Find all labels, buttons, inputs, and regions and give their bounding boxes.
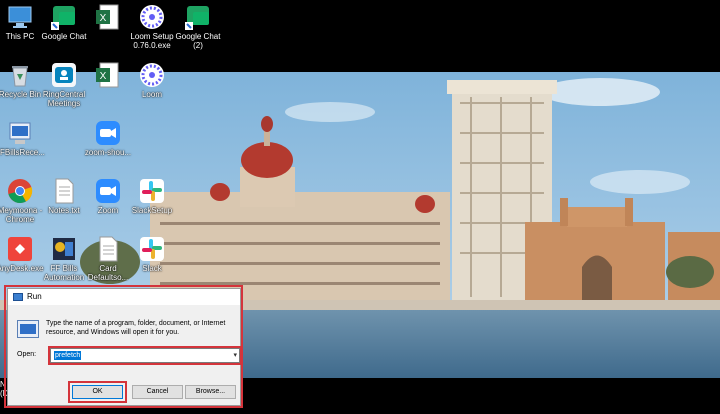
google-chat-icon	[51, 4, 77, 30]
chrome-icon	[7, 178, 33, 204]
browse-button[interactable]: Browse...	[185, 385, 236, 399]
anydesk-icon	[7, 236, 33, 262]
excel-file-icon: X	[95, 4, 121, 30]
ok-button[interactable]: OK	[72, 385, 123, 399]
desktop-icon-slacksetup[interactable]: SlackSetup	[122, 178, 182, 215]
recycle-bin-icon	[7, 62, 33, 88]
run-dialog[interactable]: Run Type the name of a program, folder, …	[7, 288, 242, 407]
open-input-value: prefetch	[54, 351, 82, 360]
desktop-icon-ffbillsrece[interactable]: FFBillsRece...	[0, 120, 50, 157]
slack-icon	[139, 178, 165, 204]
desktop-icon-slack[interactable]: Slack	[122, 236, 182, 273]
zoom-icon	[95, 120, 121, 146]
run-dialog-titlebar[interactable]: Run	[8, 289, 240, 305]
slack-icon	[139, 236, 165, 262]
ringcentral-icon	[51, 62, 77, 88]
run-icon	[13, 293, 23, 301]
google-chat-icon	[185, 4, 211, 30]
desktop: This PC Google Chat X Loom Setup 0.76.0.…	[0, 0, 720, 414]
svg-text:X: X	[100, 71, 107, 82]
text-file-icon	[51, 178, 77, 204]
open-input[interactable]: prefetch ▾	[50, 348, 240, 363]
computer-icon	[7, 4, 33, 30]
run-program-icon	[17, 320, 39, 338]
excel-file-icon: X	[95, 62, 121, 88]
automation-app-icon	[51, 236, 77, 262]
desktop-icon-google-chat-2[interactable]: Google Chat (2)	[168, 4, 228, 50]
run-dialog-title: Run	[27, 292, 42, 301]
application-icon	[7, 120, 33, 146]
run-dialog-body: Type the name of a program, folder, docu…	[8, 305, 242, 407]
loom-icon	[139, 4, 165, 30]
open-label: Open:	[17, 351, 37, 358]
chevron-down-icon[interactable]: ▾	[233, 351, 237, 359]
desktop-icon-zoom-shortcut[interactable]: zoom-shou...	[78, 120, 138, 157]
loom-icon	[139, 62, 165, 88]
run-dialog-description: Type the name of a program, folder, docu…	[46, 320, 226, 336]
cancel-button[interactable]: Cancel	[132, 385, 183, 399]
zoom-icon	[95, 178, 121, 204]
desktop-icon-loom[interactable]: Loom	[122, 62, 182, 99]
svg-text:X: X	[100, 13, 107, 24]
document-icon	[95, 236, 121, 262]
